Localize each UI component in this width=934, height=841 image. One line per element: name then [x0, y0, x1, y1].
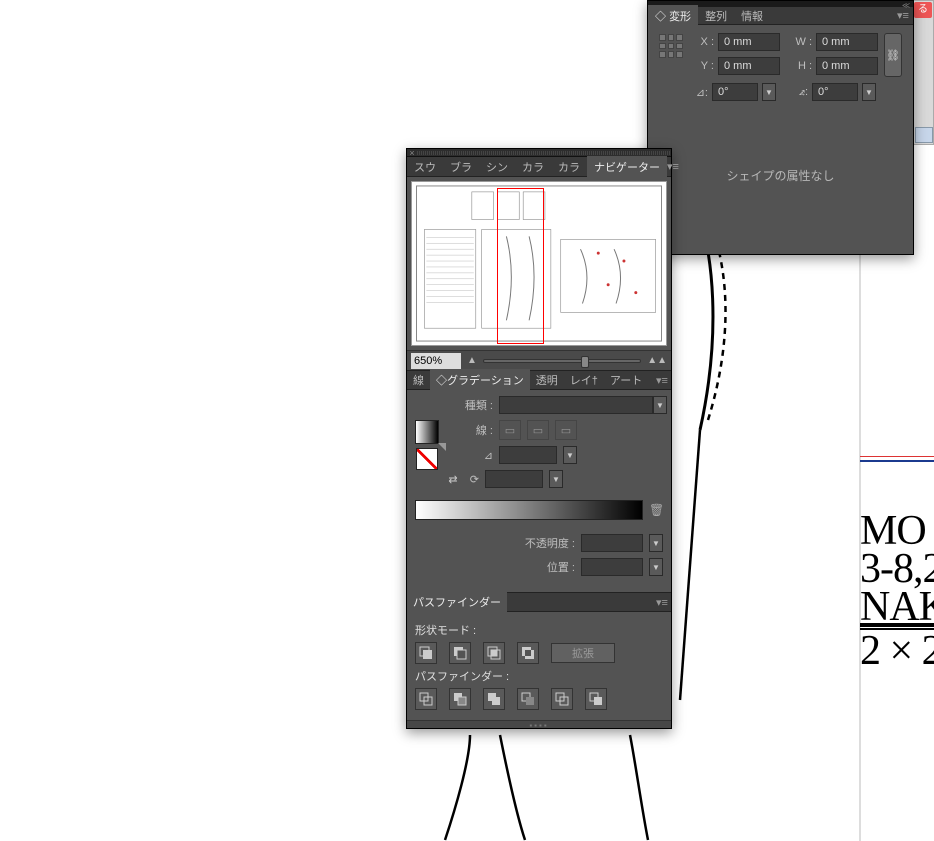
tab-layers[interactable]: レイ†	[564, 369, 604, 391]
unite-icon[interactable]	[415, 642, 437, 664]
gradient-menu-icon[interactable]: ▾≡	[653, 374, 671, 387]
tab-symbols[interactable]: シン	[479, 156, 515, 178]
minus-front-icon[interactable]	[449, 642, 471, 664]
text-line-4: 2 × 2	[860, 632, 934, 670]
navigator-thumbnail[interactable]	[411, 181, 667, 346]
expand-button[interactable]: 拡張	[551, 643, 615, 663]
tab-fragment	[915, 127, 933, 143]
gradient-stroke-label: 線 :	[445, 422, 493, 438]
gradient-angle-label: ⊿	[445, 449, 493, 462]
gradient-aspect-input[interactable]	[485, 470, 543, 488]
gradient-aspect-dropdown[interactable]: ▼	[549, 470, 563, 488]
tab-align[interactable]: 整列	[698, 5, 734, 27]
h-label: H :	[794, 60, 812, 72]
tab-color-2[interactable]: カラ	[551, 156, 587, 178]
text-line-1: MO	[860, 512, 934, 550]
gradient-tabs: 線 ◇グラデーション 透明 レイ† アート ▾≡	[407, 370, 671, 390]
tab-transparency[interactable]: 透明	[530, 369, 564, 391]
position-label: 位置 :	[515, 559, 575, 575]
gradient-angle-input[interactable]	[499, 446, 557, 464]
zoom-out-icon[interactable]: ▲	[467, 355, 477, 366]
tab-artboards[interactable]: アート	[604, 369, 648, 391]
w-input[interactable]	[816, 33, 878, 51]
gradient-type-select[interactable]	[499, 396, 653, 414]
crop-icon[interactable]	[517, 688, 539, 710]
outline-icon[interactable]	[551, 688, 573, 710]
text-line-3: NAK	[860, 588, 934, 626]
pathfinder-tab-row: パスファインダー ▾≡	[407, 592, 671, 612]
tab-navigator[interactable]: ナビゲーター	[587, 156, 667, 178]
x-input[interactable]	[718, 33, 780, 51]
rotate-dropdown[interactable]: ▼	[762, 83, 776, 101]
main-dock-panel: × スウ ブラ シン カラ カラ ナビゲーター ▾≡	[406, 148, 672, 729]
stroke-across-icon[interactable]: ▭	[555, 420, 577, 440]
zoom-input[interactable]	[411, 353, 461, 369]
h-input[interactable]	[816, 57, 878, 75]
reference-point-selector[interactable]	[658, 33, 684, 59]
tab-transform[interactable]: ◇ 変形	[648, 5, 698, 27]
intersect-icon[interactable]	[483, 642, 505, 664]
delete-stop-icon[interactable]: 🗑	[649, 503, 663, 517]
tab-brushes[interactable]: ブラ	[443, 156, 479, 178]
position-dropdown[interactable]: ▼	[649, 558, 663, 576]
shear-label: ⦨:	[790, 86, 808, 99]
pathfinder-menu-icon[interactable]: ▾≡	[653, 596, 671, 609]
y-label: Y :	[696, 60, 714, 72]
y-input[interactable]	[718, 57, 780, 75]
w-label: W :	[794, 36, 812, 48]
opacity-input[interactable]	[581, 534, 643, 552]
no-shape-message: シェイプの属性なし	[658, 167, 903, 184]
navigator-zoom-row: ▲ ▲▲	[407, 350, 671, 370]
zoom-slider[interactable]	[483, 359, 641, 363]
panel-resize-grip[interactable]: ▪▪▪▪	[407, 720, 671, 728]
shear-dropdown[interactable]: ▼	[862, 83, 876, 101]
transform-panel: ≪ ◇ 変形 整列 情報 ▾≡ X : Y : W : H : ⛓ ⊿	[647, 0, 914, 255]
stroke-along-icon[interactable]: ▭	[527, 420, 549, 440]
x-label: X :	[696, 36, 714, 48]
background-window-sliver: る	[912, 0, 934, 145]
tab-color-1[interactable]: カラ	[515, 156, 551, 178]
gradient-type-dropdown[interactable]: ▼	[653, 396, 667, 414]
merge-icon[interactable]	[483, 688, 505, 710]
gradient-type-label: 種類 :	[445, 397, 493, 413]
gradient-ramp[interactable]	[415, 500, 643, 520]
stroke-within-icon[interactable]: ▭	[499, 420, 521, 440]
shape-mode-label: 形状モード :	[415, 622, 663, 638]
navigator-menu-icon[interactable]: ▾≡	[667, 160, 679, 173]
tab-pathfinder[interactable]: パスファインダー	[407, 591, 507, 613]
pathfinder-label: パスファインダー :	[415, 668, 663, 684]
navigator-tabs: スウ ブラ シン カラ カラ ナビゲーター ▾≡	[407, 157, 671, 177]
shear-input[interactable]	[812, 83, 858, 101]
none-swatch[interactable]	[416, 448, 438, 470]
navigator-viewport-box[interactable]	[497, 188, 544, 344]
divide-icon[interactable]	[415, 688, 437, 710]
close-button-fragment[interactable]: る	[914, 2, 932, 18]
text-line-2: 3-8,2	[860, 550, 934, 588]
trim-icon[interactable]	[449, 688, 471, 710]
reverse-gradient-icon[interactable]: ⇄	[445, 471, 461, 487]
zoom-slider-knob[interactable]	[581, 356, 589, 368]
opacity-label: 不透明度 :	[515, 535, 575, 551]
constrain-proportions-button[interactable]: ⛓	[884, 33, 902, 77]
gradient-fill-swatch[interactable]	[415, 420, 439, 444]
position-input[interactable]	[581, 558, 643, 576]
transform-tabs: ◇ 変形 整列 情報 ▾≡	[648, 7, 913, 25]
tab-info[interactable]: 情報	[734, 5, 770, 27]
panel-menu-icon[interactable]: ▾≡	[893, 9, 913, 22]
minus-back-icon[interactable]	[585, 688, 607, 710]
rotate-label: ⊿:	[690, 86, 708, 99]
gradient-angle-dropdown[interactable]: ▼	[563, 446, 577, 464]
aspect-label: ⟳	[467, 473, 479, 486]
rotate-input[interactable]	[712, 83, 758, 101]
tab-gradient[interactable]: ◇グラデーション	[430, 369, 530, 391]
tab-swatches[interactable]: スウ	[407, 156, 443, 178]
exclude-icon[interactable]	[517, 642, 539, 664]
zoom-in-icon[interactable]: ▲▲	[647, 355, 667, 366]
opacity-dropdown[interactable]: ▼	[649, 534, 663, 552]
document-text-fragment: MO 3-8,2 NAK 2 × 2	[860, 456, 934, 696]
tab-stroke[interactable]: 線	[407, 369, 430, 391]
